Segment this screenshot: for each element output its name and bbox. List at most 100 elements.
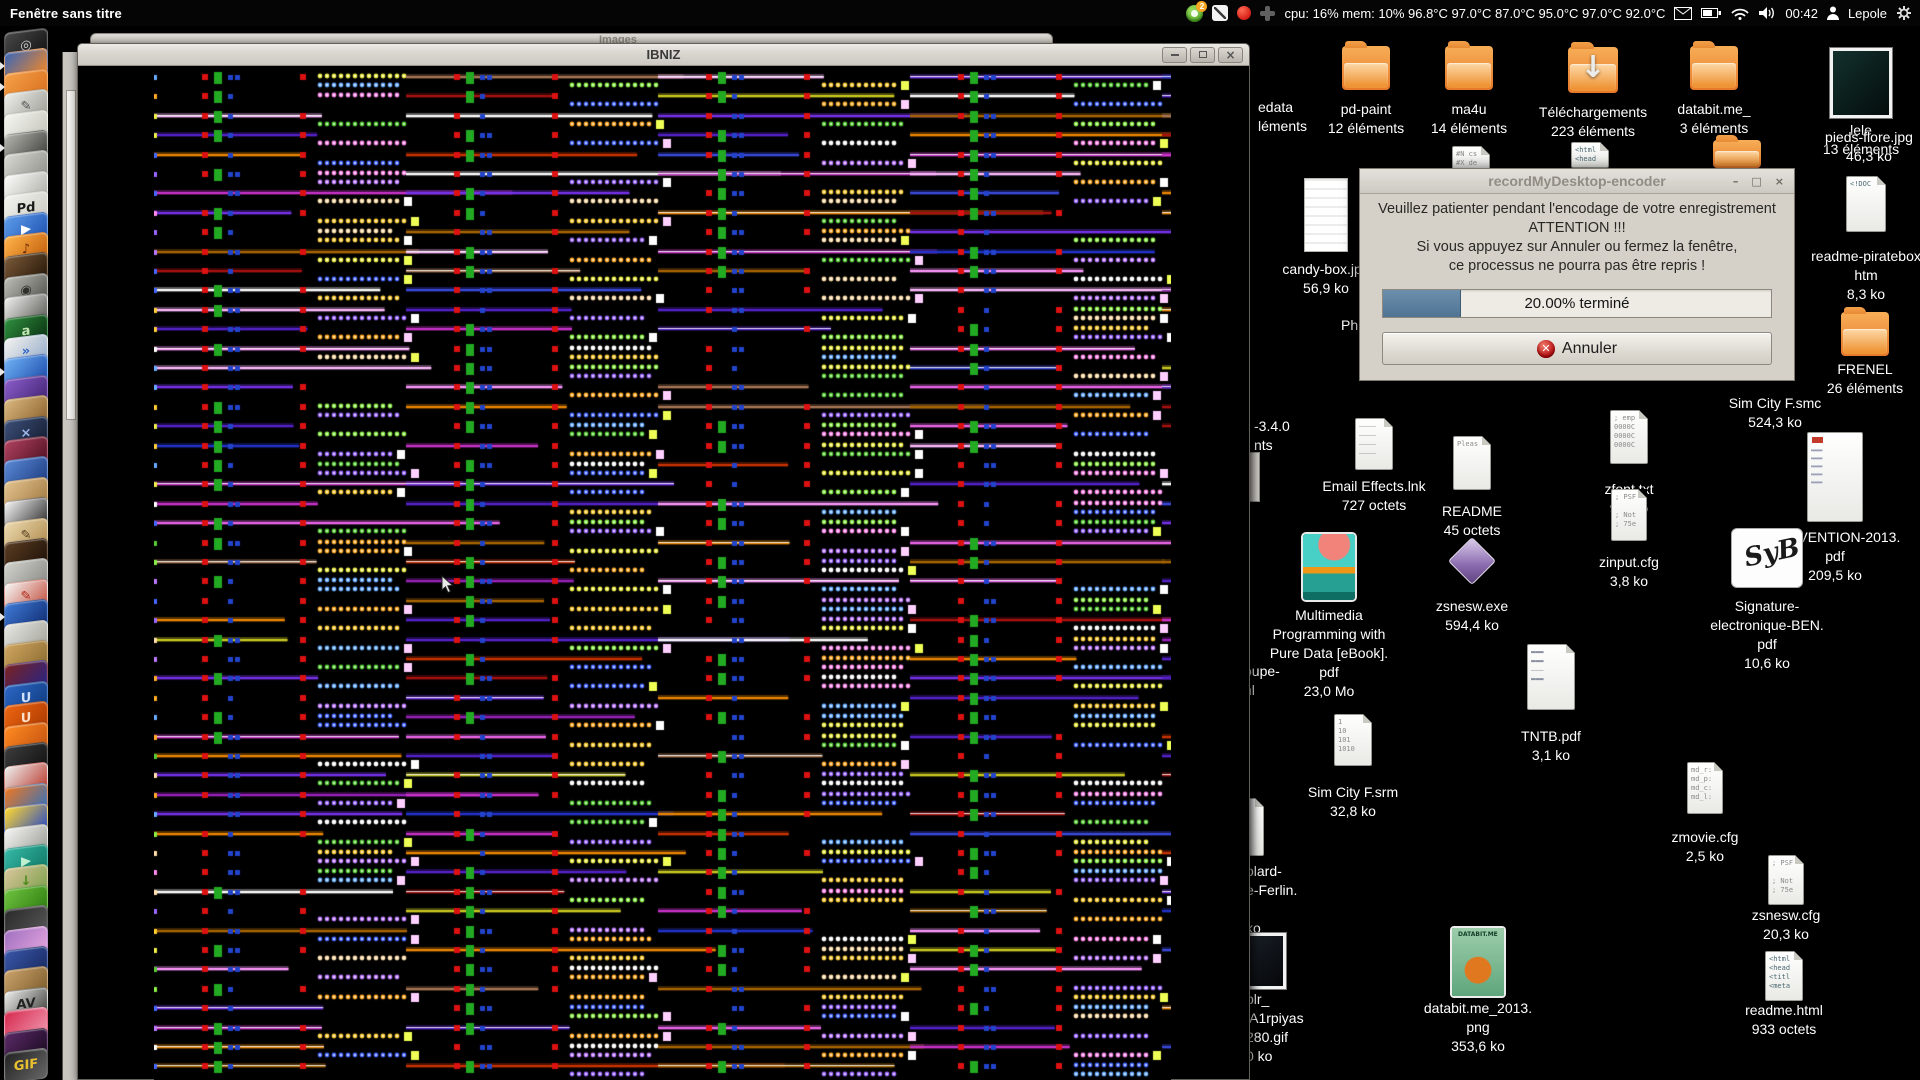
cancel-button-label: Annuler — [1562, 340, 1617, 358]
file-email-effects-icon[interactable]: ———— ———— ———— ———— — [1355, 418, 1393, 470]
file-subvention-icon-text: ▬▬▬▬ ▬▬▬▬ ▬▬▬▬ ▬▬▬▬ ▬▬▬▬ — [1811, 447, 1860, 519]
file-simcity-srm-icon-text: 1 10 101 1010 — [1338, 718, 1369, 763]
image-lele-icon[interactable] — [1830, 48, 1892, 118]
file-zinput-icon-text: ; PSF ; Not ; 75e — [1615, 493, 1644, 538]
minimize-icon — [1171, 54, 1179, 56]
file-signature-icon[interactable]: SyB — [1731, 528, 1803, 588]
file-databit-png-icon[interactable]: DATABIT.ME — [1452, 928, 1504, 996]
dialog-titlebar[interactable]: recordMyDesktop-encoder – □ × — [1360, 169, 1794, 194]
file-readme-piratebox-icon-text: <!DOC — [1850, 180, 1883, 229]
ibniz-titlebar[interactable]: IBNIZ × — [78, 44, 1249, 66]
mouse-cursor — [441, 575, 455, 595]
top-panel: Fenêtre sans titre 2 cpu: 16% mem: 10% 9… — [0, 0, 1920, 26]
file-subvention-icon[interactable]: ▬▬▬▬ ▬▬▬▬ ▬▬▬▬ ▬▬▬▬ ▬▬▬▬ — [1807, 432, 1863, 522]
gif-colors-glyph: GIF — [14, 1058, 38, 1074]
wifi-icon[interactable] — [1731, 7, 1749, 20]
dialog-message-line: ATTENTION !!! — [1360, 219, 1794, 238]
dock-icon-gif-colors[interactable]: GIF — [4, 1047, 48, 1080]
system-monitor-text: cpu: 16% mem: 10% 96.8°C 97.0°C 87.0°C 9… — [1284, 6, 1665, 21]
ibniz-visual-canvas — [154, 69, 1171, 1080]
dialog-message-line: ce processus ne pourra pas être repris ! — [1360, 257, 1794, 276]
encode-progress-bar: 20.00% terminé — [1382, 289, 1772, 318]
clock[interactable]: 00:42 — [1785, 6, 1818, 21]
file-signature-label[interactable]: Signature-electronique-BEN.pdf10,6 ko — [1677, 597, 1857, 673]
file-zmovie-icon[interactable]: md_r: md_p: md_c: md_l: — [1687, 762, 1723, 814]
file-readme-html-icon-text: <html <head <titl <meta — [1769, 955, 1800, 998]
folder-frenel-icon[interactable] — [1841, 312, 1889, 356]
file-signature-icon-text: SyB — [1742, 534, 1804, 590]
file-readme-html-icon[interactable]: <html <head <titl <meta — [1765, 951, 1803, 1001]
file-zsnesw-exe-label[interactable]: zsnesw.exe594,4 ko — [1382, 597, 1562, 635]
file-peek-1-icon-text: #N cs #X de — [1456, 150, 1487, 169]
file-readme-icon-text: Pleas — [1457, 440, 1488, 487]
maximize-button[interactable] — [1190, 47, 1215, 63]
chat-status-icon[interactable]: 2 — [1186, 5, 1203, 22]
mail-icon[interactable] — [1674, 7, 1692, 20]
focused-window-title: Fenêtre sans titre — [10, 6, 122, 21]
folder-ma4u-icon[interactable] — [1445, 46, 1493, 90]
compose-icon[interactable] — [1212, 5, 1228, 21]
label-olard-label[interactable]: olard-e-Ferlin.fko — [1246, 862, 1297, 938]
close-icon: × — [1225, 49, 1235, 61]
user-icon — [1827, 6, 1839, 20]
session-user-menu[interactable]: Lepole — [1848, 6, 1887, 21]
file-databit-png-icon-text: DATABIT.ME — [1458, 931, 1502, 994]
background-window-edge — [62, 52, 78, 1080]
image-tumblr-peek-label[interactable]: blr_iA1rpiyas280.gif0 ko — [1246, 990, 1304, 1066]
file-peek-2-icon[interactable]: <html <head — [1571, 142, 1609, 168]
file-readme-icon[interactable]: Pleas — [1453, 436, 1491, 490]
folder-peek-icon[interactable] — [1713, 140, 1761, 168]
dialog-minimize-button[interactable]: – — [1733, 169, 1739, 194]
file-multimedia-ebook-icon[interactable] — [1303, 534, 1355, 600]
recording-indicator-icon[interactable] — [1237, 6, 1251, 20]
file-simcity-srm-label[interactable]: Sim City F.srm32,8 ko — [1263, 783, 1443, 821]
battery-icon[interactable] — [1701, 7, 1722, 19]
dialog-message-line: Veuillez patienter pendant l'encodage de… — [1360, 200, 1794, 219]
file-zinput-label[interactable]: zinput.cfg3,8 ko — [1539, 553, 1719, 591]
maximize-icon — [1199, 51, 1207, 58]
file-zmovie-icon-text: md_r: md_p: md_c: md_l: — [1691, 766, 1720, 811]
file-tntb-icon[interactable]: ▬▬▬ ▬▬▬ ——— ▬▬▬ — [1527, 644, 1575, 710]
dock-running-marker — [0, 613, 5, 621]
close-button[interactable]: × — [1218, 47, 1243, 63]
dialog-maximize-button[interactable]: □ — [1751, 169, 1761, 194]
file-simcity-srm-icon[interactable]: 1 10 101 1010 — [1334, 714, 1372, 766]
file-readme-piratebox-label[interactable]: readme-pirateboxhtm8,3 ko — [1776, 247, 1920, 304]
minimize-button[interactable] — [1162, 47, 1187, 63]
gear-icon[interactable] — [1896, 5, 1912, 21]
label-sim-city-smc-label[interactable]: Sim City F.smc524,3 ko — [1685, 394, 1865, 432]
file-zsnesw-cfg-icon[interactable]: ; PSF ; Not ; 75e — [1768, 855, 1804, 905]
folder-telechargements-icon[interactable]: ↓ — [1568, 47, 1618, 93]
recordmydesktop-encoder-dialog: recordMyDesktop-encoder – □ × Veuillez p… — [1359, 168, 1795, 381]
download-arrow-icon: ↓ — [1580, 53, 1605, 83]
label-pieds-flore-label[interactable]: pieds-flore.jpg46,3 ko — [1779, 128, 1920, 166]
file-readme-label[interactable]: README45 octets — [1382, 502, 1562, 540]
file-zfont-icon[interactable]: ; emp 0000C 0000C 0000C — [1610, 410, 1648, 464]
file-readme-html-label[interactable]: readme.html933 octets — [1694, 1001, 1874, 1039]
ibniz-window-title: IBNIZ — [78, 44, 1249, 66]
file-zinput-icon[interactable]: ; PSF ; Not ; 75e — [1611, 489, 1647, 541]
file-email-effects-icon-text: ———— ———— ———— ———— — [1359, 422, 1390, 467]
file-readme-piratebox-icon[interactable]: <!DOC — [1846, 176, 1886, 232]
image-candy-box-icon[interactable] — [1304, 178, 1348, 252]
label-340-label[interactable]: -3.4.0nts — [1254, 417, 1290, 455]
dock-running-marker — [0, 83, 5, 91]
dock-running-marker — [0, 368, 5, 376]
file-zsnesw-cfg-label[interactable]: zsnesw.cfg20,3 ko — [1696, 906, 1876, 944]
volume-icon[interactable] — [1758, 6, 1776, 20]
gamepad-tray-icon[interactable] — [1260, 6, 1275, 21]
file-databit-png-label[interactable]: databit.me_2013.png353,6 ko — [1388, 999, 1568, 1056]
folder-frenel-label[interactable]: FRENEL26 éléments — [1775, 360, 1920, 398]
dock: ◎✎Pd▶♪◉a»×✎✎UU▶↓AVGIF — [0, 26, 58, 1080]
folder-databit-me-icon[interactable] — [1690, 46, 1738, 90]
file-zsnesw-exe-icon[interactable] — [1448, 537, 1496, 585]
dock-running-marker — [0, 144, 5, 152]
dialog-close-button[interactable]: × — [1775, 169, 1784, 194]
notification-badge: 2 — [1196, 1, 1207, 12]
file-peek-2-icon-text: <html <head — [1575, 146, 1606, 165]
label-ph-label[interactable]: Ph — [1341, 316, 1358, 335]
folder-pd-paint-icon[interactable] — [1342, 46, 1390, 90]
file-tntb-label[interactable]: TNTB.pdf3,1 ko — [1461, 727, 1641, 765]
cancel-button[interactable]: ✕ Annuler — [1382, 332, 1772, 365]
file-zfont-icon-text: ; emp 0000C 0000C 0000C — [1614, 414, 1645, 461]
